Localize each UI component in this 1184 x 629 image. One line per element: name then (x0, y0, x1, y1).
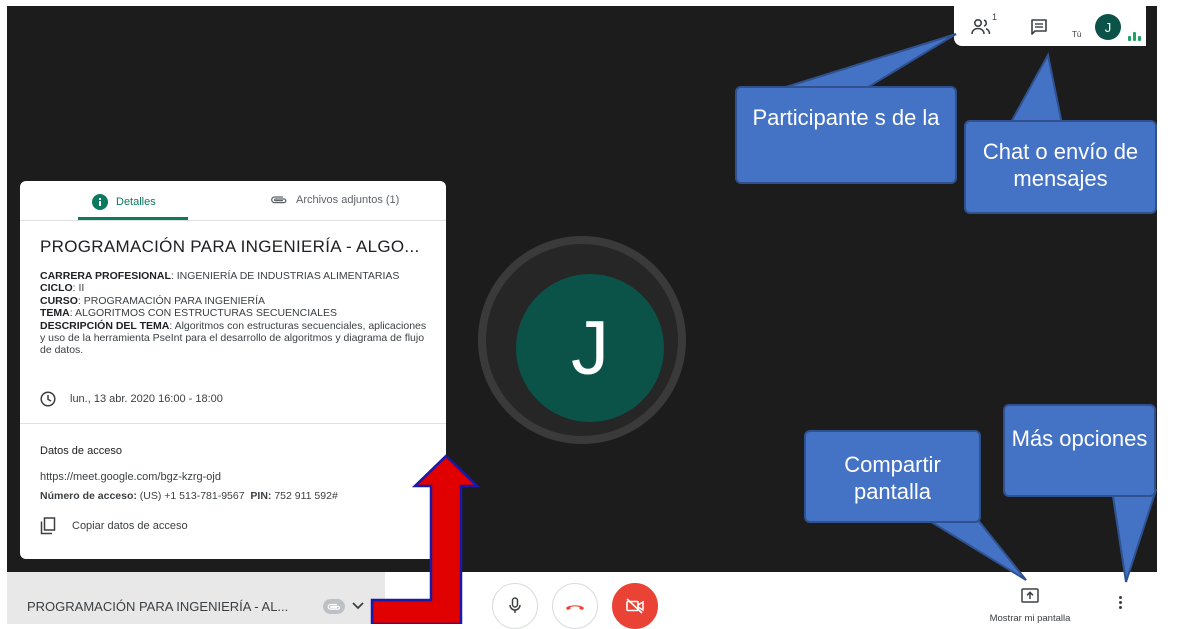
meeting-datetime: lun., 13 abr. 2020 16:00 - 18:00 (40, 391, 223, 407)
camera-button[interactable] (612, 583, 658, 629)
top-toolbar: 1 Tú J (954, 6, 1146, 46)
field-course: CURSO: PROGRAMACIÓN PARA INGENIERÍA (40, 294, 266, 307)
info-icon (92, 194, 108, 210)
chat-icon (1031, 19, 1047, 35)
callout-participants: Participante s de la (735, 86, 957, 184)
people-icon (971, 18, 991, 35)
field-topic: TEMA: ALGORITMOS CON ESTRUCTURAS SECUENC… (40, 307, 337, 320)
callout-chat: Chat o envío de mensajes (964, 120, 1157, 214)
callout-more: Más opciones (1003, 404, 1156, 497)
microphone-icon (509, 597, 521, 613)
chevron-down-icon (352, 602, 364, 610)
attachment-chip (323, 599, 345, 614)
hang-up-icon (566, 605, 584, 610)
meeting-description: CARRERA PROFESIONAL: INGENIERÍA DE INDUS… (40, 270, 430, 357)
tab-details-label: Detalles (116, 196, 156, 208)
meeting-title: PROGRAMACIÓN PARA INGENIERÍA - ALGO... (40, 237, 420, 256)
more-vert-icon (1118, 596, 1122, 599)
participants-button[interactable]: 1 (968, 12, 998, 40)
participant-tile: J (478, 236, 686, 444)
hang-up-button[interactable] (552, 583, 598, 629)
more-options-button[interactable] (1110, 596, 1130, 620)
tab-attachments[interactable]: Archivos adjuntos (1) (270, 194, 399, 206)
tab-details[interactable]: Detalles (92, 194, 156, 210)
tab-attachments-label: Archivos adjuntos (1) (296, 194, 400, 206)
self-avatar[interactable]: J (1095, 14, 1121, 40)
meeting-details-toggle[interactable]: PROGRAMACIÓN PARA INGENIERÍA - AL... (7, 572, 385, 624)
copy-icon (40, 517, 56, 535)
microphone-button[interactable] (492, 583, 538, 629)
audio-level-icon (1128, 31, 1142, 41)
present-screen-icon (1021, 588, 1039, 603)
meeting-link[interactable]: https://meet.google.com/bgz-kzrg-ojd (40, 471, 221, 483)
present-screen-button[interactable]: Mostrar mi pantalla (980, 588, 1080, 624)
copy-access-button[interactable]: Copiar datos de acceso (40, 517, 188, 535)
participant-count: 1 (992, 12, 998, 22)
meeting-details-panel: Detalles Archivos adjuntos (1) PROGRAMAC… (20, 181, 446, 559)
present-screen-label: Mostrar mi pantalla (989, 613, 1071, 624)
field-topic-description: DESCRIPCIÓN DEL TEMA: Algoritmos con est… (40, 319, 427, 357)
attachment-icon (327, 603, 340, 610)
dial-in-info: Número de acceso: (US) +1 513-781-9567 P… (40, 490, 338, 502)
self-label: Tú (1072, 30, 1082, 39)
chat-button[interactable] (1026, 14, 1052, 40)
field-career: CARRERA PROFESIONAL: INGENIERÍA DE INDUS… (40, 270, 400, 282)
callout-share: Compartir pantalla (804, 430, 981, 523)
attachment-icon (271, 196, 287, 204)
meeting-name: PROGRAMACIÓN PARA INGENIERÍA - AL... (27, 599, 289, 614)
participant-avatar: J (516, 274, 664, 422)
field-cycle: CICLO: II (40, 282, 85, 295)
camera-off-icon (626, 598, 644, 614)
access-heading: Datos de acceso (40, 445, 122, 457)
clock-icon (40, 391, 56, 407)
